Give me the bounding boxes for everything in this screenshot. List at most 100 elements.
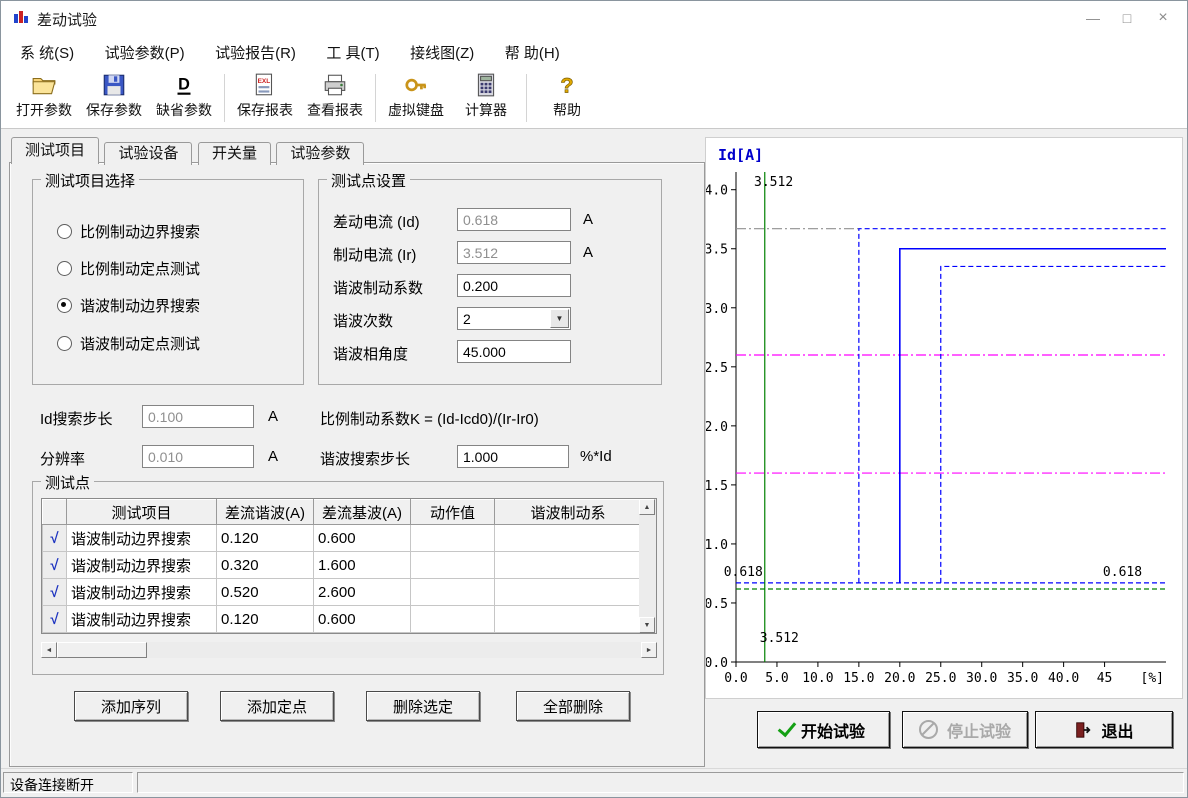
scroll-right-icon[interactable]: ► — [641, 642, 657, 658]
cell-restraint[interactable] — [495, 525, 642, 552]
group-point-settings-legend: 测试点设置 — [327, 170, 410, 191]
svg-text:EXL: EXL — [258, 78, 271, 85]
harmonic-ratio-label: 谐波制动系数 — [333, 277, 423, 298]
tab-test-parameters[interactable]: 试验参数 — [276, 142, 364, 165]
svg-text:35.0: 35.0 — [1007, 671, 1038, 686]
harmonic-order-select[interactable]: 2 ▼ — [457, 307, 571, 330]
cell-action[interactable] — [411, 552, 495, 579]
toolbar: 打开参数 保存参数 D 缺省参数 EXL — [1, 67, 1187, 129]
toolbar-save-report-button[interactable]: EXL 保存报表 — [230, 70, 300, 130]
tab-test-equipment[interactable]: 试验设备 — [104, 142, 192, 165]
cell-harmonic[interactable]: 0.120 — [217, 606, 314, 633]
scroll-left-icon[interactable]: ◄ — [41, 642, 57, 658]
add-sequence-button[interactable]: 添加序列 — [74, 691, 188, 721]
radio-ratio-point-test[interactable]: 比例制动定点测试 — [57, 259, 200, 277]
cell-restraint[interactable] — [495, 606, 642, 633]
row-check[interactable]: √ — [43, 552, 67, 579]
cell-action[interactable] — [411, 579, 495, 606]
cell-item[interactable]: 谐波制动边界搜索 — [67, 552, 217, 579]
group-test-select-legend: 测试项目选择 — [41, 170, 139, 191]
cell-restraint[interactable] — [495, 579, 642, 606]
cell-harmonic[interactable]: 0.320 — [217, 552, 314, 579]
svg-text:15.0: 15.0 — [843, 671, 874, 686]
scroll-down-icon[interactable]: ▼ — [639, 617, 655, 633]
cell-fundamental[interactable]: 2.600 — [314, 579, 411, 606]
menu-item-tools[interactable]: 工 具(T) — [313, 35, 392, 67]
diff-current-input: 0.618 — [457, 208, 571, 231]
svg-text:1.0: 1.0 — [706, 538, 728, 553]
delete-all-button[interactable]: 全部删除 — [516, 691, 630, 721]
toolbar-virtual-keyboard-button[interactable]: 虚拟键盘 — [381, 70, 451, 130]
close-button[interactable]: × — [1147, 3, 1179, 33]
menu-item-test-report[interactable]: 试验报告(R) — [202, 35, 309, 67]
table-row[interactable]: √ 谐波制动边界搜索 0.120 0.600 — [43, 606, 642, 633]
diff-current-unit: A — [583, 211, 593, 228]
toolbar-calculator-button[interactable]: 计算器 — [451, 70, 521, 130]
cell-item[interactable]: 谐波制动边界搜索 — [67, 579, 217, 606]
maximize-button[interactable]: □ — [1111, 3, 1143, 33]
row-check[interactable]: √ — [43, 525, 67, 552]
toolbar-save-params-button[interactable]: 保存参数 — [79, 70, 149, 130]
cell-item[interactable]: 谐波制动边界搜索 — [67, 525, 217, 552]
test-project-pane: 测试项目选择 比例制动边界搜索 比例制动定点测试 谐波制动边界搜索 谐波制动定点… — [9, 162, 705, 767]
tab-switch-quantity[interactable]: 开关量 — [198, 142, 271, 165]
row-check[interactable]: √ — [43, 579, 67, 606]
diff-current-label: 差动电流 (Id) — [333, 211, 420, 232]
cell-item[interactable]: 谐波制动边界搜索 — [67, 606, 217, 633]
cell-fundamental[interactable]: 1.600 — [314, 552, 411, 579]
vertical-scrollbar[interactable]: ▲ ▼ — [639, 499, 656, 633]
svg-text:0.618: 0.618 — [724, 565, 763, 580]
cell-fundamental[interactable]: 0.600 — [314, 525, 411, 552]
chart-panel: 0.05.010.015.020.025.030.035.040.0450.00… — [705, 137, 1183, 699]
titlebar: 差动试验 — □ × — [1, 1, 1187, 35]
col-harmonic: 差流谐波(A) — [217, 500, 314, 525]
cell-harmonic[interactable]: 0.120 — [217, 525, 314, 552]
radio-ratio-boundary-search[interactable]: 比例制动边界搜索 — [57, 222, 200, 240]
restraint-current-unit: A — [583, 244, 593, 261]
chevron-down-icon[interactable]: ▼ — [550, 309, 569, 328]
scroll-up-icon[interactable]: ▲ — [639, 499, 655, 515]
window-title: 差动试验 — [37, 9, 97, 30]
harmonic-phase-input[interactable]: 45.000 — [457, 340, 571, 363]
horizontal-scrollbar[interactable]: ◄ ► — [41, 642, 657, 658]
start-test-button[interactable]: 开始试验 — [757, 711, 890, 748]
svg-text:?: ? — [560, 73, 573, 98]
delete-selected-button[interactable]: 删除选定 — [366, 691, 480, 721]
help-icon: ? — [554, 72, 580, 98]
menu-item-system[interactable]: 系 统(S) — [7, 35, 87, 67]
col-test-item: 测试项目 — [67, 500, 217, 525]
menu-item-wiring-diagram[interactable]: 接线图(Z) — [397, 35, 487, 67]
toolbar-help-button[interactable]: ? 帮助 — [532, 70, 602, 130]
table-row[interactable]: √ 谐波制动边界搜索 0.120 0.600 — [43, 525, 642, 552]
toolbar-open-params-button[interactable]: 打开参数 — [9, 70, 79, 130]
svg-text:0.618: 0.618 — [1103, 565, 1142, 580]
table-row[interactable]: √ 谐波制动边界搜索 0.320 1.600 — [43, 552, 642, 579]
cell-fundamental[interactable]: 0.600 — [314, 606, 411, 633]
menu-item-test-params[interactable]: 试验参数(P) — [92, 35, 198, 67]
cell-action[interactable] — [411, 606, 495, 633]
scrollbar-thumb[interactable] — [57, 642, 147, 658]
minimize-button[interactable]: — — [1077, 3, 1109, 33]
svg-text:[%]: [%] — [1141, 671, 1164, 686]
harmonic-ratio-input[interactable]: 0.200 — [457, 274, 571, 297]
cell-action[interactable] — [411, 525, 495, 552]
col-check — [43, 500, 67, 525]
tab-test-project[interactable]: 测试项目 — [11, 137, 99, 164]
toolbar-view-report-button[interactable]: 查看报表 — [300, 70, 370, 130]
resolution-label: 分辨率 — [40, 448, 85, 469]
add-point-button[interactable]: 添加定点 — [220, 691, 334, 721]
radio-harmonic-boundary-search[interactable]: 谐波制动边界搜索 — [57, 296, 200, 314]
table-row[interactable]: √ 谐波制动边界搜索 0.520 2.600 — [43, 579, 642, 606]
radio-harmonic-point-test[interactable]: 谐波制动定点测试 — [57, 334, 200, 352]
horizontal-scrollbar-track[interactable] — [147, 642, 641, 658]
menu-item-help[interactable]: 帮 助(H) — [492, 35, 573, 67]
cell-restraint[interactable] — [495, 552, 642, 579]
row-check[interactable]: √ — [43, 606, 67, 633]
svg-text:0.0: 0.0 — [724, 671, 747, 686]
cell-harmonic[interactable]: 0.520 — [217, 579, 314, 606]
harmonic-step-input[interactable]: 1.000 — [457, 445, 569, 468]
exit-button[interactable]: 退出 — [1035, 711, 1173, 748]
vertical-scrollbar-track[interactable] — [639, 515, 656, 617]
toolbar-default-params-button[interactable]: D 缺省参数 — [149, 70, 219, 130]
save-icon — [101, 72, 127, 98]
